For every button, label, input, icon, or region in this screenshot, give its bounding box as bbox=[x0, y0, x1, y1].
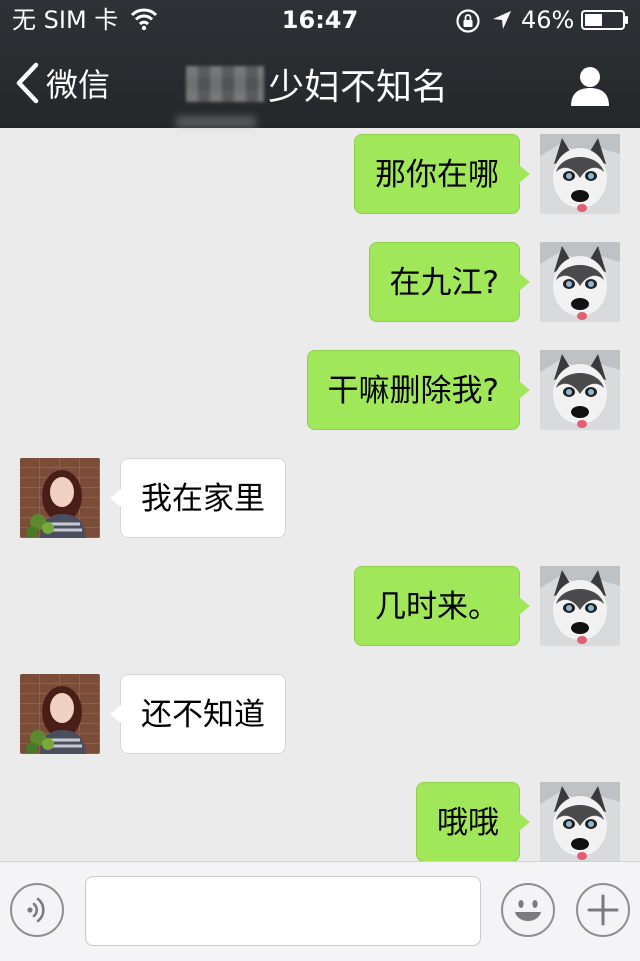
self-message-bubble[interactable]: 几时来。 bbox=[354, 566, 530, 646]
header: 无 SIM 卡 16:47 46% 微信 少妇不知名 bbox=[0, 0, 640, 128]
location-arrow-icon bbox=[493, 11, 511, 29]
message-row: 哦哦 bbox=[0, 782, 640, 861]
woman-avatar-image bbox=[20, 458, 100, 538]
back-button[interactable]: 微信 bbox=[14, 60, 110, 106]
chevron-left-icon bbox=[16, 62, 39, 104]
husky-avatar-image bbox=[540, 782, 620, 861]
contact-message-bubble[interactable]: 还不知道 bbox=[110, 674, 286, 754]
husky-avatar-image bbox=[540, 134, 620, 214]
emoji-icon[interactable] bbox=[500, 882, 556, 938]
husky-avatar-image bbox=[540, 350, 620, 430]
nav-bar: 微信 少妇不知名 bbox=[0, 40, 640, 128]
self-avatar[interactable] bbox=[540, 566, 620, 646]
voice-icon[interactable] bbox=[9, 882, 65, 938]
self-avatar[interactable] bbox=[540, 782, 620, 861]
redacted-name-blur bbox=[186, 66, 264, 102]
message-row: 还不知道 bbox=[0, 674, 640, 756]
message-row: 那你在哪 bbox=[0, 134, 640, 216]
contact-avatar[interactable] bbox=[20, 458, 100, 538]
title-wrap: 少妇不知名 bbox=[186, 60, 448, 108]
self-message-bubble[interactable]: 哦哦 bbox=[416, 782, 530, 861]
self-avatar[interactable] bbox=[540, 350, 620, 430]
orientation-lock-icon bbox=[456, 9, 480, 33]
contact-profile-button[interactable] bbox=[566, 62, 614, 110]
battery-percentage: 46% bbox=[521, 6, 575, 34]
message-row: 在九江? bbox=[0, 242, 640, 324]
self-message-bubble[interactable]: 干嘛删除我? bbox=[306, 350, 531, 430]
husky-avatar-image bbox=[540, 566, 620, 646]
woman-avatar-image bbox=[20, 674, 100, 754]
message-input[interactable] bbox=[85, 876, 481, 946]
input-bar bbox=[0, 861, 640, 961]
chat-history[interactable]: 那你在哪 在九江? 干嘛删除我? 我在家里 几时来。 还不知道 哦哦 bbox=[0, 128, 640, 861]
back-button-label: 微信 bbox=[46, 66, 111, 104]
self-avatar[interactable] bbox=[540, 134, 620, 214]
self-message-bubble[interactable]: 在九江? bbox=[368, 242, 531, 322]
message-row: 我在家里 bbox=[0, 458, 640, 540]
husky-avatar-image bbox=[540, 242, 620, 322]
self-avatar[interactable] bbox=[540, 242, 620, 322]
page-title: 少妇不知名 bbox=[268, 67, 449, 108]
self-message-bubble[interactable]: 那你在哪 bbox=[354, 134, 530, 214]
contact-avatar[interactable] bbox=[20, 674, 100, 754]
contact-message-bubble[interactable]: 我在家里 bbox=[110, 458, 286, 538]
message-row: 干嘛删除我? bbox=[0, 350, 640, 432]
message-row: 几时来。 bbox=[0, 566, 640, 648]
battery-icon bbox=[581, 10, 628, 30]
status-bar: 无 SIM 卡 16:47 46% bbox=[0, 0, 640, 40]
redacted-blur-shadow bbox=[176, 116, 256, 128]
plus-icon[interactable] bbox=[575, 882, 631, 938]
